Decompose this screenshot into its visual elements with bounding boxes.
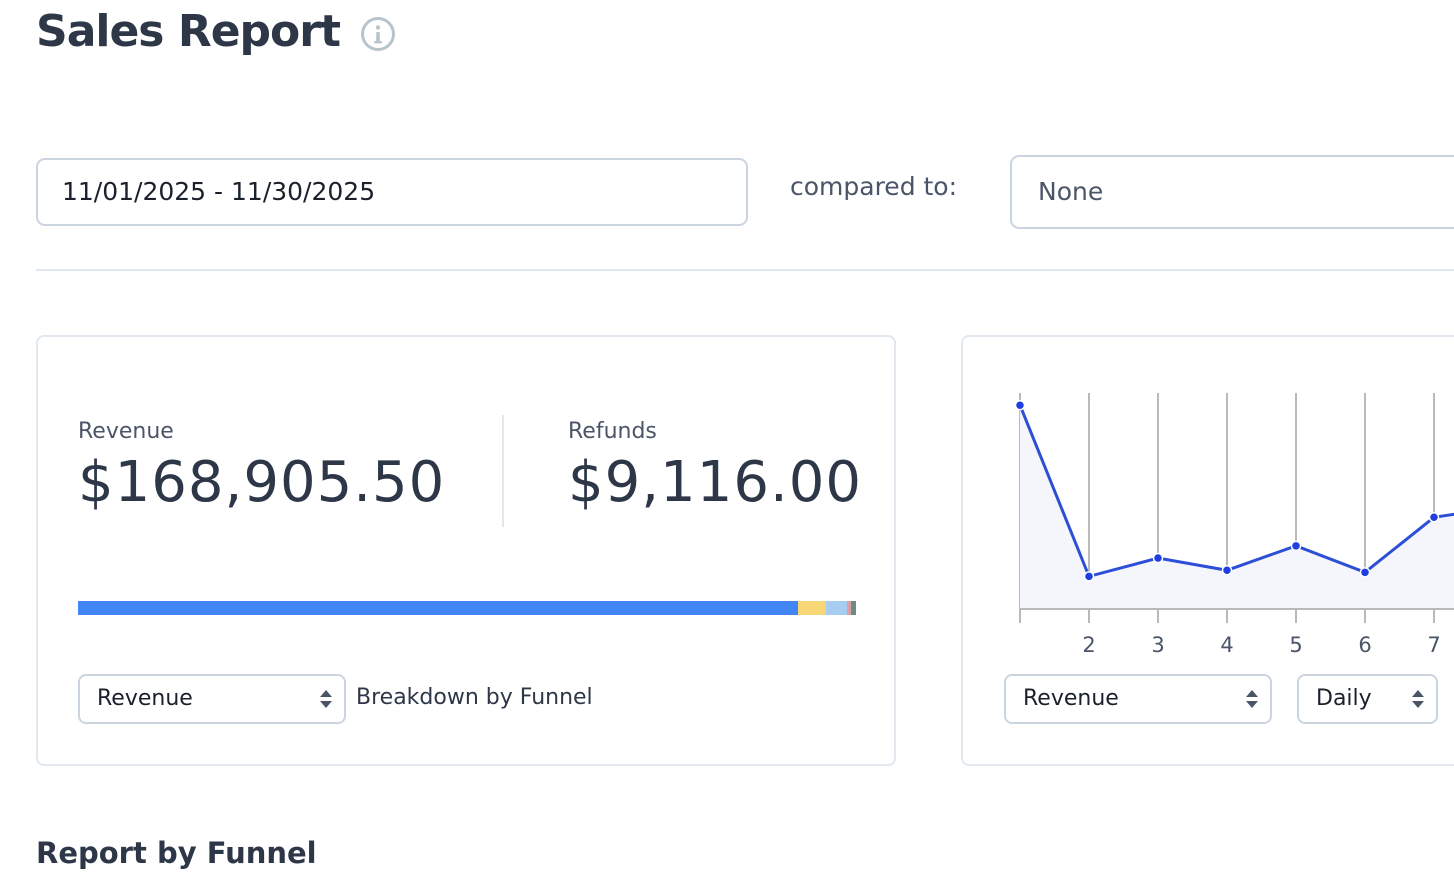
x-tick-label: 7 bbox=[1427, 633, 1440, 657]
select-arrows-icon bbox=[320, 690, 332, 708]
chart-series-line bbox=[1018, 404, 1454, 579]
metric-separator bbox=[502, 415, 504, 527]
chart-metric-select[interactable]: Revenue bbox=[1004, 674, 1272, 724]
breakdown-segment-2 bbox=[826, 601, 847, 615]
chart-metric-select-value: Revenue bbox=[1023, 686, 1119, 711]
chart-point bbox=[1221, 565, 1233, 576]
funnel-breakdown-bar bbox=[78, 601, 856, 615]
report-by-funnel-heading: Report by Funnel bbox=[36, 836, 317, 870]
chart-point bbox=[1428, 512, 1440, 523]
select-arrows-icon bbox=[1412, 690, 1424, 708]
chart-point bbox=[1152, 552, 1164, 564]
summary-card: Revenue $168,905.50 Refunds $9,116.00 Re… bbox=[36, 335, 896, 766]
page-header: Sales Report bbox=[36, 6, 396, 57]
select-arrows-icon bbox=[1246, 690, 1258, 708]
chart-point bbox=[1083, 571, 1095, 582]
chart-interval-select-value: Daily bbox=[1316, 686, 1372, 711]
revenue-value: $168,905.50 bbox=[78, 450, 446, 515]
revenue-line-chart: 2 3 4 5 6 7 bbox=[1014, 393, 1454, 657]
revenue-label: Revenue bbox=[78, 419, 174, 444]
divider bbox=[36, 269, 1454, 271]
chart-interval-select[interactable]: Daily bbox=[1297, 674, 1438, 724]
compare-period-select[interactable]: None bbox=[1010, 155, 1454, 229]
chart-card: 2 3 4 5 6 7 Revenue Daily bbox=[961, 335, 1454, 766]
breakdown-segment-4 bbox=[850, 601, 856, 615]
chart-point bbox=[1359, 567, 1371, 578]
x-tick-label: 2 bbox=[1082, 633, 1095, 657]
breakdown-segment-1 bbox=[798, 601, 827, 615]
breakdown-segment-0 bbox=[78, 601, 799, 615]
info-icon[interactable] bbox=[360, 16, 396, 52]
compared-to-label: compared to: bbox=[790, 172, 958, 201]
refunds-value: $9,116.00 bbox=[568, 450, 863, 515]
chart-point bbox=[1014, 399, 1026, 411]
x-tick-label: 5 bbox=[1289, 633, 1302, 657]
page-title: Sales Report bbox=[36, 6, 341, 57]
chart-point bbox=[1290, 540, 1302, 552]
breakdown-label: Breakdown by Funnel bbox=[356, 685, 593, 710]
x-tick-label: 3 bbox=[1151, 633, 1164, 657]
x-tick-label: 6 bbox=[1358, 633, 1371, 657]
refunds-label: Refunds bbox=[568, 419, 657, 444]
summary-metric-select[interactable]: Revenue bbox=[78, 674, 346, 724]
summary-metric-select-value: Revenue bbox=[97, 686, 193, 711]
x-tick-label: 4 bbox=[1220, 633, 1233, 657]
date-range-input[interactable]: 11/01/2025 - 11/30/2025 bbox=[36, 158, 748, 226]
